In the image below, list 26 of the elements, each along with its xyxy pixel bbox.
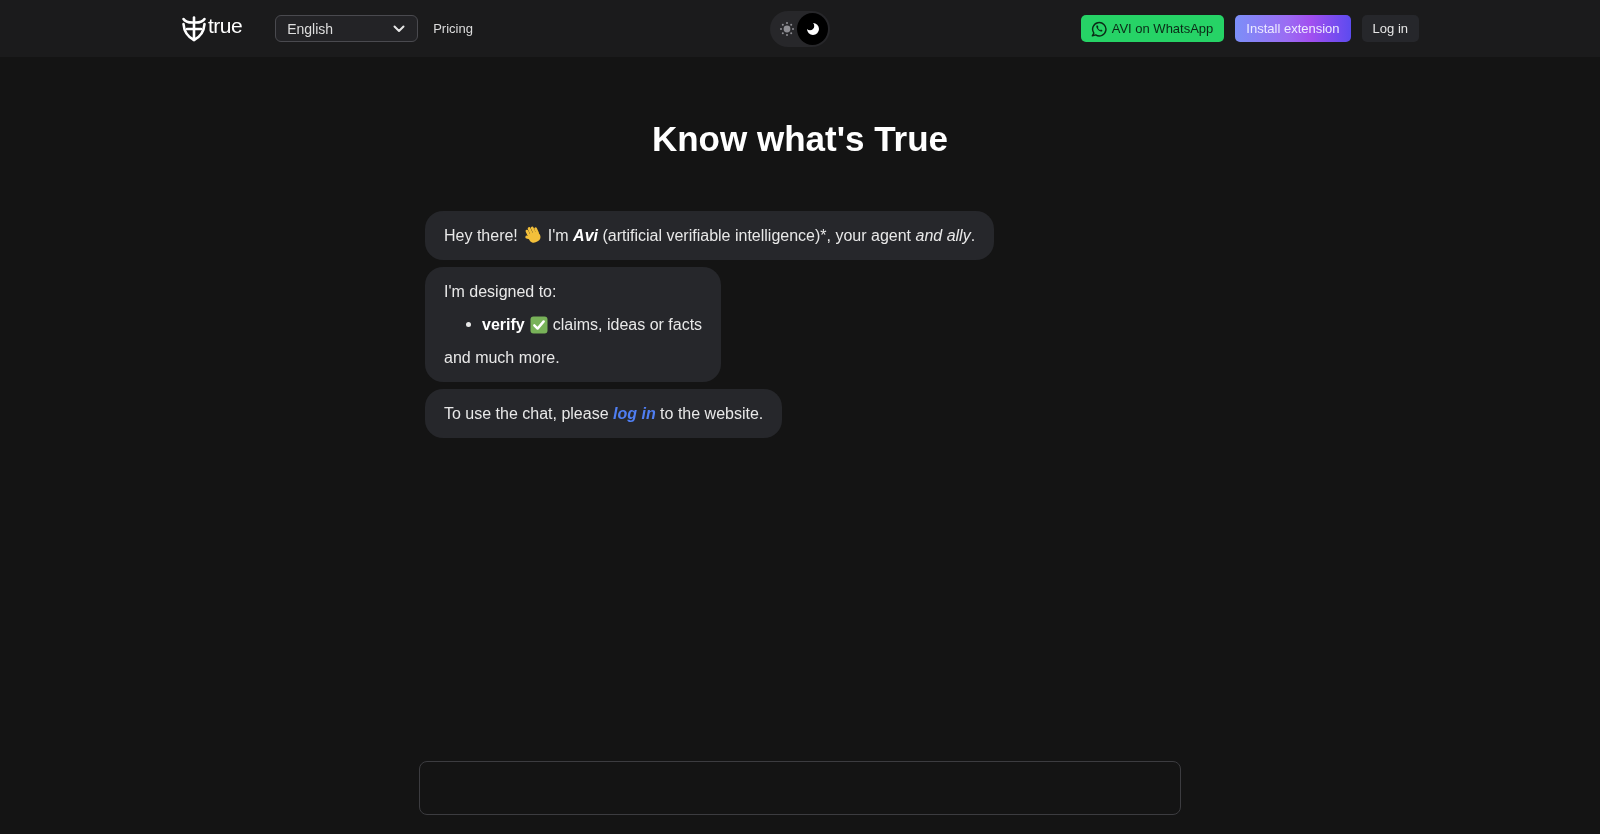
login-button[interactable]: Log in bbox=[1361, 15, 1419, 42]
language-select[interactable]: English bbox=[275, 15, 419, 42]
greeting-text: Hey there! bbox=[444, 227, 518, 244]
shield-icon bbox=[181, 15, 207, 42]
check-mark-icon bbox=[529, 315, 548, 334]
theme-toggle[interactable] bbox=[770, 10, 830, 47]
message-text: and much more. bbox=[444, 348, 561, 368]
item-text: claims, ideas or facts bbox=[552, 315, 703, 335]
brand-name[interactable]: true bbox=[208, 13, 243, 38]
install-extension-button[interactable]: Install extension bbox=[1235, 15, 1351, 42]
moon-icon bbox=[805, 21, 820, 36]
login-link[interactable]: log in bbox=[613, 405, 656, 422]
chat-input[interactable] bbox=[419, 761, 1181, 815]
message-text: To use the chat, please log in to the website. bbox=[444, 404, 764, 424]
bullet-icon bbox=[466, 322, 471, 327]
message-text: I'm designed to: bbox=[444, 282, 558, 302]
nav-link[interactable]: Pricing bbox=[433, 21, 473, 36]
page-title: Know what's True bbox=[651, 119, 949, 159]
message-text: I'm Avi (artificial verifiable intelligence)*, your agent and ally. bbox=[547, 227, 976, 244]
sun-icon bbox=[779, 21, 794, 36]
whatsapp-button[interactable]: AVI on WhatsApp bbox=[1080, 15, 1225, 42]
item-term: verify bbox=[482, 315, 525, 335]
waving-hand-icon bbox=[523, 225, 543, 244]
phone-chat-icon bbox=[1090, 20, 1107, 37]
chevron-down-icon bbox=[393, 24, 406, 33]
dark-mode-button[interactable] bbox=[797, 12, 828, 45]
